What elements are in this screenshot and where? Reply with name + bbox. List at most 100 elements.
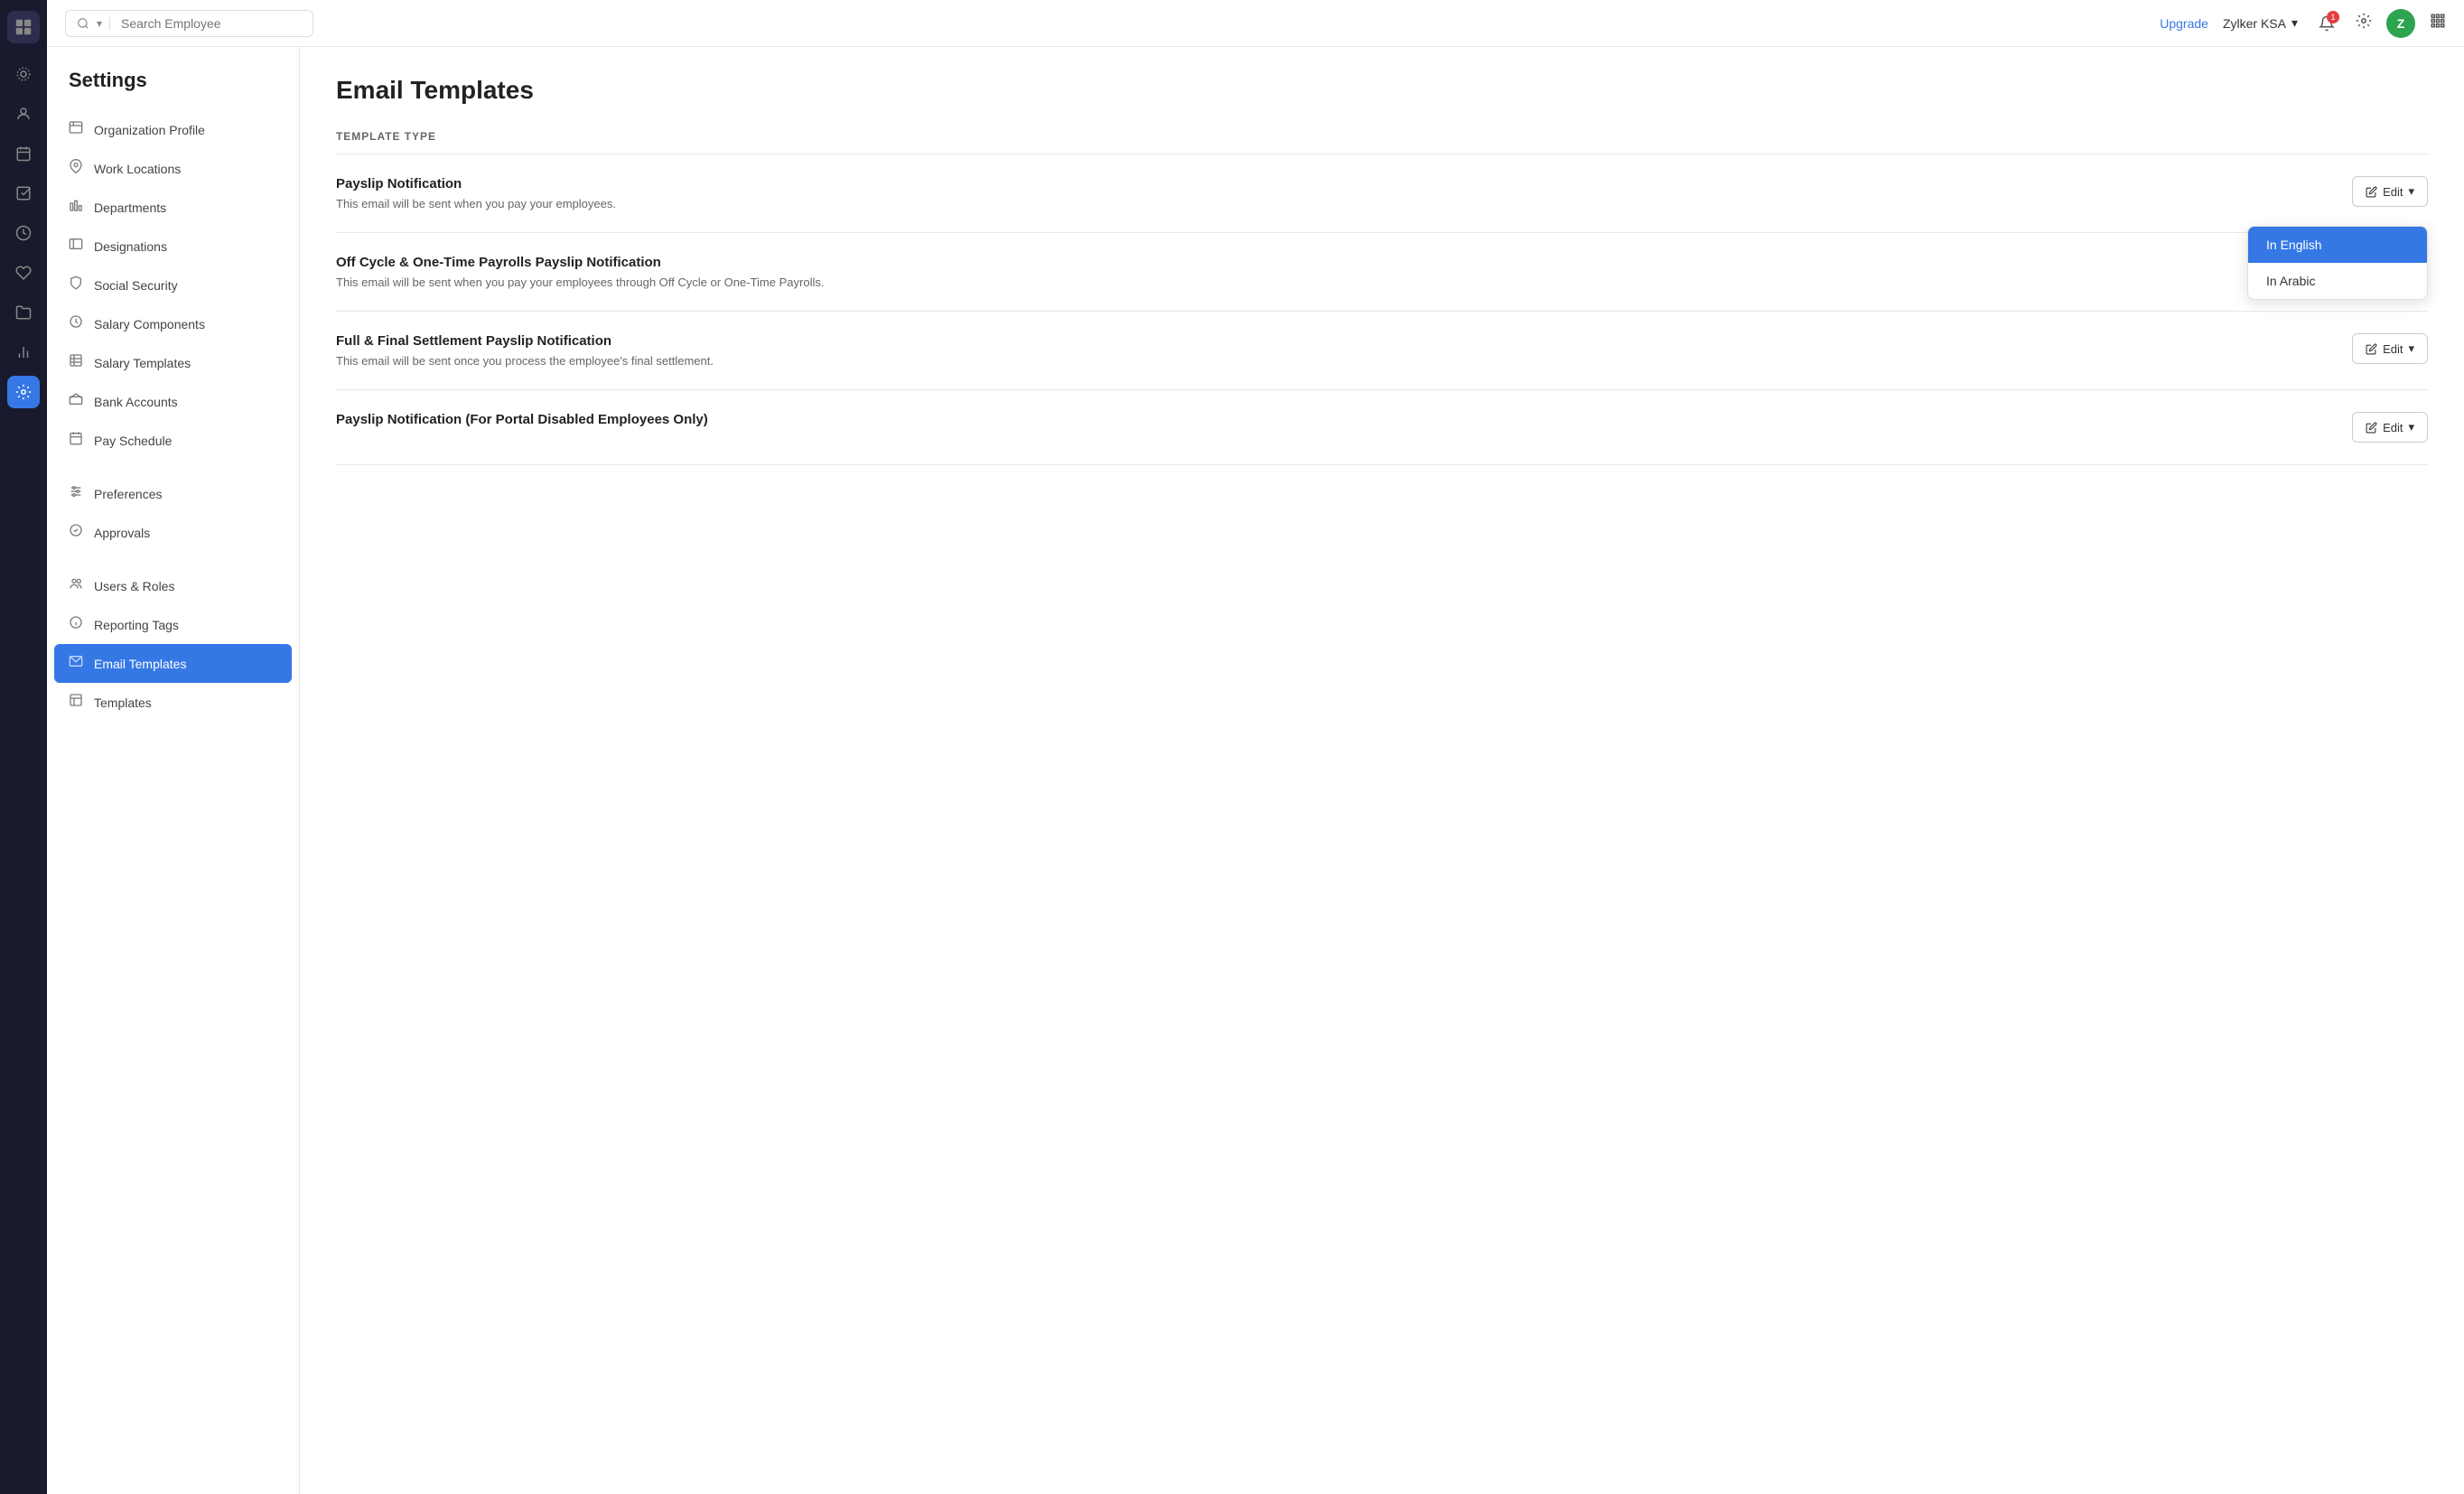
content-area: Settings Organization Profile Work Locat… <box>47 47 2464 1494</box>
edit-dropdown-arrow-2: ▾ <box>2408 341 2414 356</box>
sidebar-item-email-templates[interactable]: Email Templates <box>54 644 292 683</box>
nav-tasks[interactable] <box>7 177 40 210</box>
settings-gear-button[interactable] <box>2356 13 2372 33</box>
org-dropdown-icon: ▾ <box>2291 15 2298 31</box>
template-desc-payslip: This email will be sent when you pay you… <box>336 197 2352 210</box>
sidebar-label-departments: Departments <box>94 201 166 215</box>
approvals-icon <box>69 523 83 542</box>
email-templates-icon <box>69 654 83 673</box>
sidebar-label-reporting-tags: Reporting Tags <box>94 618 179 632</box>
designations-icon <box>69 237 83 256</box>
template-row-portal-disabled: Payslip Notification (For Portal Disable… <box>336 390 2428 465</box>
notification-badge: 1 <box>2327 11 2339 23</box>
sidebar-item-bank-accounts[interactable]: Bank Accounts <box>47 382 299 421</box>
search-bar[interactable]: ▾ <box>65 10 313 37</box>
sidebar-label-org-profile: Organization Profile <box>94 123 205 137</box>
notification-button[interactable]: 1 <box>2312 9 2341 38</box>
template-row-full-final: Full & Final Settlement Payslip Notifica… <box>336 312 2428 390</box>
nav-home[interactable] <box>7 58 40 90</box>
template-type-header: TEMPLATE TYPE <box>336 130 2428 154</box>
avatar[interactable]: Z <box>2386 9 2415 38</box>
search-icon <box>77 17 89 30</box>
payslip-edit-button[interactable]: Edit ▾ <box>2352 176 2428 207</box>
app-logo <box>7 11 40 43</box>
sidebar-item-designations[interactable]: Designations <box>47 227 299 266</box>
template-title-full-final: Full & Final Settlement Payslip Notifica… <box>336 333 2352 349</box>
template-title-payslip: Payslip Notification <box>336 176 2352 191</box>
social-security-icon <box>69 275 83 294</box>
sidebar-label-templates: Templates <box>94 696 152 710</box>
full-final-edit-button[interactable]: Edit ▾ <box>2352 333 2428 364</box>
sidebar-item-social-security[interactable]: Social Security <box>47 266 299 304</box>
sidebar-label-bank-accounts: Bank Accounts <box>94 395 178 409</box>
upgrade-button[interactable]: Upgrade <box>2160 16 2208 31</box>
sidebar-item-departments[interactable]: Departments <box>47 188 299 227</box>
nav-settings[interactable] <box>7 376 40 408</box>
dropdown-item-english[interactable]: In English <box>2248 227 2427 263</box>
sidebar-label-salary-components: Salary Components <box>94 317 205 331</box>
sidebar-label-social-security: Social Security <box>94 278 178 293</box>
payslip-edit-container: Edit ▾ In English In Arabic <box>2352 176 2428 207</box>
grid-menu-button[interactable] <box>2430 13 2446 33</box>
portal-disabled-edit-button[interactable]: Edit ▾ <box>2352 412 2428 443</box>
nav-people[interactable] <box>7 98 40 130</box>
nav-benefits[interactable] <box>7 257 40 289</box>
topbar-right: Upgrade Zylker KSA ▾ 1 Z <box>2160 9 2446 38</box>
search-dropdown-arrow[interactable]: ▾ <box>97 17 110 30</box>
preferences-icon <box>69 484 83 503</box>
settings-sidebar: Settings Organization Profile Work Locat… <box>47 47 300 1494</box>
work-locations-icon <box>69 159 83 178</box>
template-row-off-cycle: Off Cycle & One-Time Payrolls Payslip No… <box>336 233 2428 312</box>
template-info-full-final: Full & Final Settlement Payslip Notifica… <box>336 333 2352 368</box>
sidebar-item-reporting-tags[interactable]: Reporting Tags <box>47 605 299 644</box>
dropdown-item-arabic[interactable]: In Arabic <box>2248 263 2427 299</box>
template-desc-full-final: This email will be sent once you process… <box>336 354 2352 368</box>
salary-components-icon <box>69 314 83 333</box>
bank-accounts-icon <box>69 392 83 411</box>
template-title-portal-disabled: Payslip Notification (For Portal Disable… <box>336 412 2352 427</box>
main-content: Email Templates TEMPLATE TYPE Payslip No… <box>300 47 2464 1494</box>
sidebar-item-work-locations[interactable]: Work Locations <box>47 149 299 188</box>
sidebar-item-users-roles[interactable]: Users & Roles <box>47 566 299 605</box>
sidebar-item-salary-templates[interactable]: Salary Templates <box>47 343 299 382</box>
template-desc-off-cycle: This email will be sent when you pay you… <box>336 275 2428 289</box>
nav-payroll[interactable] <box>7 217 40 249</box>
edit-dropdown-arrow-3: ▾ <box>2408 420 2414 434</box>
org-name: Zylker KSA <box>2223 16 2286 31</box>
sidebar-item-pay-schedule[interactable]: Pay Schedule <box>47 421 299 460</box>
nav-reports[interactable] <box>7 336 40 369</box>
pay-schedule-icon <box>69 431 83 450</box>
sidebar-label-salary-templates: Salary Templates <box>94 356 191 370</box>
templates-icon <box>69 693 83 712</box>
nav-calendar[interactable] <box>7 137 40 170</box>
users-roles-icon <box>69 576 83 595</box>
sidebar-title: Settings <box>47 69 299 110</box>
template-info-off-cycle: Off Cycle & One-Time Payrolls Payslip No… <box>336 255 2428 289</box>
search-input[interactable] <box>121 16 302 31</box>
template-title-off-cycle: Off Cycle & One-Time Payrolls Payslip No… <box>336 255 2428 270</box>
nav-rail <box>0 0 47 1494</box>
sidebar-label-pay-schedule: Pay Schedule <box>94 434 172 448</box>
template-row-payslip: Payslip Notification This email will be … <box>336 154 2428 233</box>
reporting-tags-icon <box>69 615 83 634</box>
sidebar-label-approvals: Approvals <box>94 526 150 540</box>
sidebar-item-org-profile[interactable]: Organization Profile <box>47 110 299 149</box>
sidebar-item-templates[interactable]: Templates <box>47 683 299 722</box>
departments-icon <box>69 198 83 217</box>
sidebar-item-salary-components[interactable]: Salary Components <box>47 304 299 343</box>
sidebar-label-users-roles: Users & Roles <box>94 579 174 593</box>
page-title: Email Templates <box>336 76 2428 105</box>
org-profile-icon <box>69 120 83 139</box>
sidebar-label-work-locations: Work Locations <box>94 162 181 176</box>
sidebar-label-designations: Designations <box>94 239 167 254</box>
org-selector[interactable]: Zylker KSA ▾ <box>2223 15 2298 31</box>
edit-dropdown-arrow: ▾ <box>2408 184 2414 199</box>
edit-pencil-icon-3 <box>2366 422 2377 434</box>
sidebar-item-preferences[interactable]: Preferences <box>47 474 299 513</box>
sidebar-item-approvals[interactable]: Approvals <box>47 513 299 552</box>
salary-templates-icon <box>69 353 83 372</box>
edit-pencil-icon-2 <box>2366 343 2377 355</box>
template-info-payslip: Payslip Notification This email will be … <box>336 176 2352 210</box>
sidebar-label-email-templates: Email Templates <box>94 657 186 671</box>
nav-documents[interactable] <box>7 296 40 329</box>
